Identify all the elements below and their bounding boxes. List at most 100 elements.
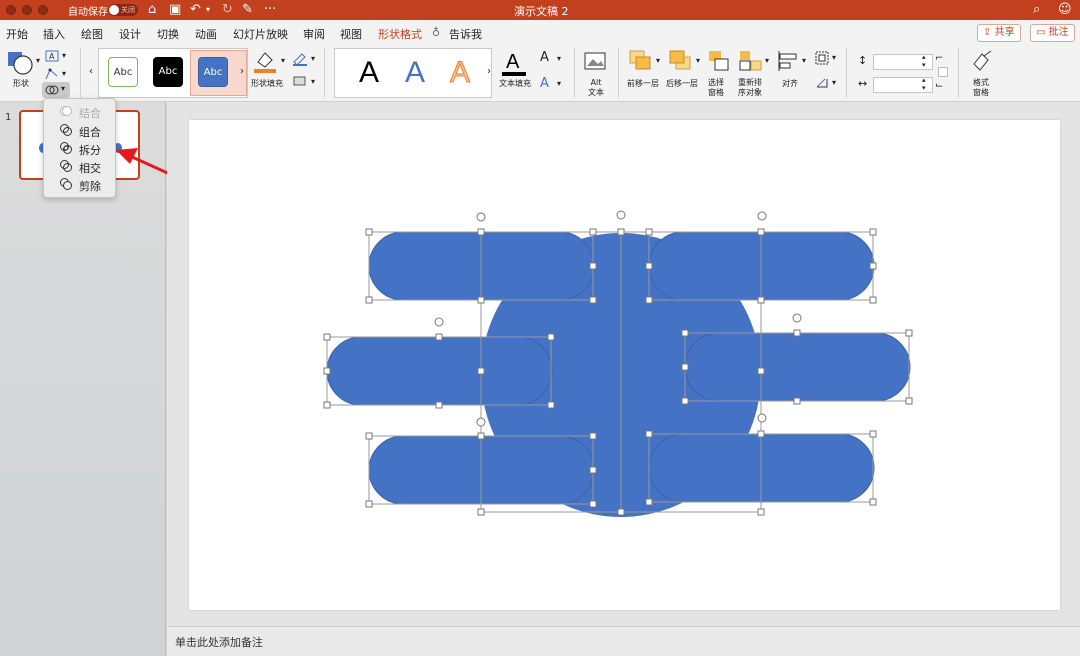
share-button[interactable]: ⇪ 共享	[977, 24, 1021, 42]
minimize-window-button[interactable]	[22, 5, 32, 15]
shape-fill-dropdown-icon[interactable]: ▾	[281, 56, 285, 65]
shape-dropdown-icon[interactable]: ▾	[36, 56, 40, 65]
tab-design[interactable]: 设计	[119, 26, 141, 42]
more-icon[interactable]: ···	[264, 2, 276, 18]
tab-slideshow[interactable]: 幻灯片放映	[233, 26, 288, 42]
merge-dropdown-icon: ▾	[61, 84, 66, 93]
tell-me[interactable]: 告诉我	[449, 26, 482, 42]
pill-shape-mid-right[interactable]	[684, 332, 911, 402]
paint-bucket-icon[interactable]	[252, 48, 278, 74]
height-stepper-icon[interactable]: ▴ ▾	[922, 53, 926, 69]
account-icon[interactable]: ☺	[1058, 2, 1072, 18]
share-label: 共享	[994, 27, 1015, 38]
alt-text-icon[interactable]	[584, 50, 608, 72]
tab-insert[interactable]: 插入	[43, 26, 65, 42]
lightbulb-icon: ♁	[432, 26, 441, 39]
zoom-window-button[interactable]	[38, 5, 48, 15]
format-pane-label: 格式 窗格	[973, 78, 989, 97]
wordart-next-icon[interactable]: ›	[487, 66, 491, 77]
merge-union-label: 结合	[79, 107, 101, 120]
merge-fragment[interactable]: 拆分	[44, 139, 117, 157]
slide-canvas[interactable]	[189, 120, 1060, 610]
wordart-orange[interactable]: A	[449, 55, 470, 91]
tab-home[interactable]: 开始	[6, 26, 28, 42]
wordart-gallery: A A A	[334, 48, 492, 98]
save-icon[interactable]: ▣	[169, 2, 181, 18]
reorder-objects-icon[interactable]	[738, 49, 764, 73]
align-dropdown-icon[interactable]: ▾	[802, 56, 806, 65]
bring-forward-icon[interactable]	[628, 49, 654, 73]
shape-effects-dropdown-icon[interactable]: ▾	[311, 77, 315, 86]
share-icon: ⇪	[983, 27, 992, 38]
merge-combine-label: 组合	[79, 126, 101, 139]
wordart-blue[interactable]: A	[405, 55, 425, 91]
text-outline-dropdown-icon[interactable]: ▾	[557, 54, 561, 63]
style-option-outline[interactable]: Abc	[108, 57, 138, 87]
style-option-dark[interactable]: Abc	[153, 57, 183, 87]
group-dropdown-icon[interactable]: ▾	[832, 53, 836, 62]
rotate-dropdown-icon[interactable]: ▾	[832, 78, 836, 87]
wordart-black[interactable]: A	[359, 55, 379, 91]
tab-review[interactable]: 审阅	[303, 26, 325, 42]
svg-text:A: A	[506, 51, 520, 73]
group-icon[interactable]	[814, 50, 830, 66]
comment-label: 批注	[1048, 27, 1069, 38]
align-icon[interactable]	[776, 50, 800, 72]
search-icon[interactable]: ⌕	[1033, 2, 1040, 18]
comment-button[interactable]: ▭ 批注	[1030, 24, 1075, 42]
reorder-label: 重新排 序对象	[738, 78, 762, 97]
text-box-icon[interactable]: A	[45, 50, 59, 62]
merge-combine[interactable]: 组合	[44, 121, 117, 139]
tab-draw[interactable]: 绘图	[81, 26, 103, 42]
style-option-blue[interactable]: Abc	[198, 57, 228, 87]
document-title: 演示文稿 2	[514, 5, 569, 18]
tab-transitions[interactable]: 切换	[157, 26, 179, 42]
selection-pane-icon[interactable]	[707, 49, 731, 73]
bring-forward-dropdown-icon[interactable]: ▾	[656, 56, 660, 65]
text-box-dropdown-icon[interactable]: ▾	[62, 51, 66, 60]
merge-subtract[interactable]: 剪除	[44, 175, 117, 193]
merge-fragment-label: 拆分	[79, 144, 101, 157]
lock-aspect-checkbox[interactable]	[938, 67, 948, 77]
send-backward-icon[interactable]	[668, 49, 694, 73]
merge-intersect[interactable]: 相交	[44, 157, 117, 175]
shape-outline-dropdown-icon[interactable]: ▾	[311, 54, 315, 63]
text-outline-icon[interactable]: A	[540, 50, 549, 65]
ribbon-separator	[958, 48, 959, 98]
close-window-button[interactable]	[6, 5, 16, 15]
text-effects-icon[interactable]: A	[540, 76, 549, 91]
undo-icon[interactable]: ↶	[190, 2, 201, 18]
undo-dropdown-icon[interactable]: ▾	[206, 2, 210, 18]
tab-view[interactable]: 视图	[340, 26, 362, 42]
pill-shape-mid-left[interactable]	[326, 336, 553, 406]
edit-icon[interactable]: ✎	[242, 2, 253, 18]
svg-text:A: A	[49, 52, 55, 61]
ribbon-separator	[80, 48, 81, 98]
align-label: 对齐	[782, 79, 798, 88]
width-stepper-icon[interactable]: ▴ ▾	[922, 76, 926, 92]
merge-shapes-button[interactable]: ▾	[42, 82, 70, 98]
reorder-dropdown-icon[interactable]: ▾	[765, 56, 769, 65]
rotate-icon[interactable]	[814, 75, 830, 91]
autosave-toggle[interactable]: 关闭	[108, 4, 138, 16]
redo-icon[interactable]: ↻	[222, 2, 233, 18]
shape-style-gallery: Abc Abc Abc	[98, 48, 248, 98]
edit-shape-dropdown-icon[interactable]: ▾	[62, 69, 66, 78]
shape-icon[interactable]	[6, 50, 34, 76]
edit-shape-icon[interactable]	[45, 68, 59, 80]
text-fill-icon[interactable]: A	[500, 48, 528, 78]
home-icon[interactable]: ⌂	[148, 2, 156, 18]
merge-union[interactable]: 结合	[44, 102, 117, 120]
format-pane-icon[interactable]	[970, 50, 994, 74]
tab-shape-format[interactable]: 形状格式	[378, 26, 422, 47]
tab-animations[interactable]: 动画	[195, 26, 217, 42]
merge-intersect-label: 相交	[79, 162, 101, 175]
shape-outline-icon[interactable]	[292, 52, 308, 66]
send-backward-dropdown-icon[interactable]: ▾	[696, 56, 700, 65]
shape-effects-icon[interactable]	[292, 74, 308, 88]
gallery-next-icon[interactable]: ›	[240, 66, 244, 77]
notes-pane[interactable]: 单击此处添加备注	[167, 626, 1080, 656]
subtract-icon	[60, 178, 72, 190]
gallery-prev-icon[interactable]: ‹	[89, 66, 93, 77]
text-effects-dropdown-icon[interactable]: ▾	[557, 79, 561, 88]
